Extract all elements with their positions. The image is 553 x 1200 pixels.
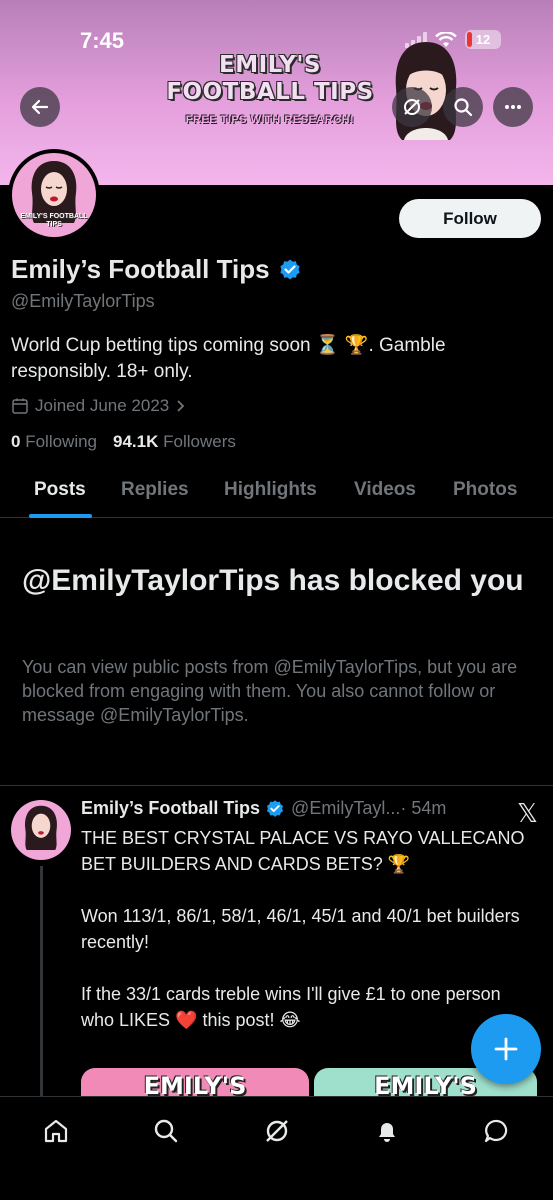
bottom-navigation [0,1096,553,1200]
tab-posts[interactable]: Posts [34,479,86,501]
more-button[interactable] [493,87,533,127]
profile-handle: @EmilyTaylorTips [11,291,155,311]
plus-icon [494,1037,518,1061]
nav-notifications[interactable] [367,1111,407,1151]
follow-counts: 0 Following 94.1K Followers [11,432,236,452]
follow-button[interactable]: Follow [399,199,541,238]
tab-highlights[interactable]: Highlights [224,479,317,501]
battery-level: 12 [475,32,491,47]
avatar-image: EMILY'S FOOTBALL TIPS [12,153,96,237]
post-line-1: THE BEST CRYSTAL PALACE VS RAYO VALLECAN… [81,828,525,874]
verified-badge-icon[interactable] [278,258,302,282]
notifications-icon [379,1123,395,1142]
divider [0,785,553,786]
tab-replies[interactable]: Replies [121,479,189,501]
following-link[interactable]: 0 Following [11,432,97,452]
compose-button[interactable] [471,1014,541,1084]
search-button[interactable] [443,87,483,127]
banner-subtitle: FREE TIPS WITH RESEARCH! [185,114,355,126]
followers-label: Followers [163,432,236,451]
nav-search[interactable] [146,1111,186,1151]
profile-avatar[interactable]: EMILY'S FOOTBALL TIPS [8,149,100,241]
nav-home[interactable] [36,1111,76,1151]
following-count: 0 [11,432,21,451]
post-author-handle[interactable]: @EmilyTayl... [291,798,400,819]
verified-badge-icon [267,799,284,817]
profile-bio: World Cup betting tips coming soon ⏳ 🏆. … [11,335,446,382]
arrow-left-icon [31,99,49,115]
status-time: 7:45 [80,28,125,53]
active-tab-indicator [29,514,92,518]
post-header: Emily’s Football Tips @EmilyTayl... · 54… [81,798,551,819]
post-media-1[interactable]: EMILY'S [81,1068,309,1098]
nav-grok[interactable] [257,1111,297,1151]
more-icon [505,105,521,109]
grok-button[interactable] [392,87,432,127]
home-icon [44,1119,68,1143]
avatar-label: EMILY'S FOOTBALL TIPS [20,213,88,228]
tab-videos[interactable]: Videos [354,479,416,501]
joined-label: Joined June 2023 [35,396,170,415]
profile-name-row: Emily’s Football Tips [11,254,302,285]
post-avatar[interactable] [11,800,71,860]
banner-title: EMILY'S FOOTBALL TIPS [166,52,374,105]
display-name: Emily’s Football Tips [11,254,270,284]
grok-icon [266,1120,288,1142]
thread-line [40,866,43,1096]
nav-messages[interactable] [477,1111,517,1151]
chevron-right-icon [177,400,185,412]
calendar-icon [12,398,28,414]
search-icon [154,1119,178,1143]
tab-photos[interactable]: Photos [453,479,517,501]
battery-icon: 12 [465,30,501,49]
blocked-message: You can view public posts from @EmilyTay… [22,657,518,725]
post-line-2: Won 113/1, 86/1, 58/1, 46/1, 45/1 and 40… [81,906,520,952]
post-author-name[interactable]: Emily’s Football Tips [81,798,260,819]
messages-icon [484,1119,508,1143]
profile-tabs: Posts Replies Highlights Videos Photos [0,470,553,518]
followers-link[interactable]: 94.1K Followers [113,432,236,452]
search-icon [454,98,473,117]
joined-date[interactable]: Joined June 2023 [11,396,187,416]
profile-banner[interactable]: 7:45 12 EMILY'S FOOTBALL TIPS FREE TIPS … [0,0,553,185]
back-button[interactable] [20,87,60,127]
post-text[interactable]: THE BEST CRYSTAL PALACE VS RAYO VALLECAN… [81,825,531,1033]
blocked-title: @EmilyTaylorTips has blocked you [22,564,524,597]
grok-icon [404,99,420,115]
followers-count: 94.1K [113,432,159,451]
post-timestamp[interactable]: · 54m [400,798,446,819]
following-label: Following [25,432,98,451]
post-avatar-illustration [25,805,57,850]
post-line-3: If the 33/1 cards treble wins I'll give … [81,984,501,1030]
